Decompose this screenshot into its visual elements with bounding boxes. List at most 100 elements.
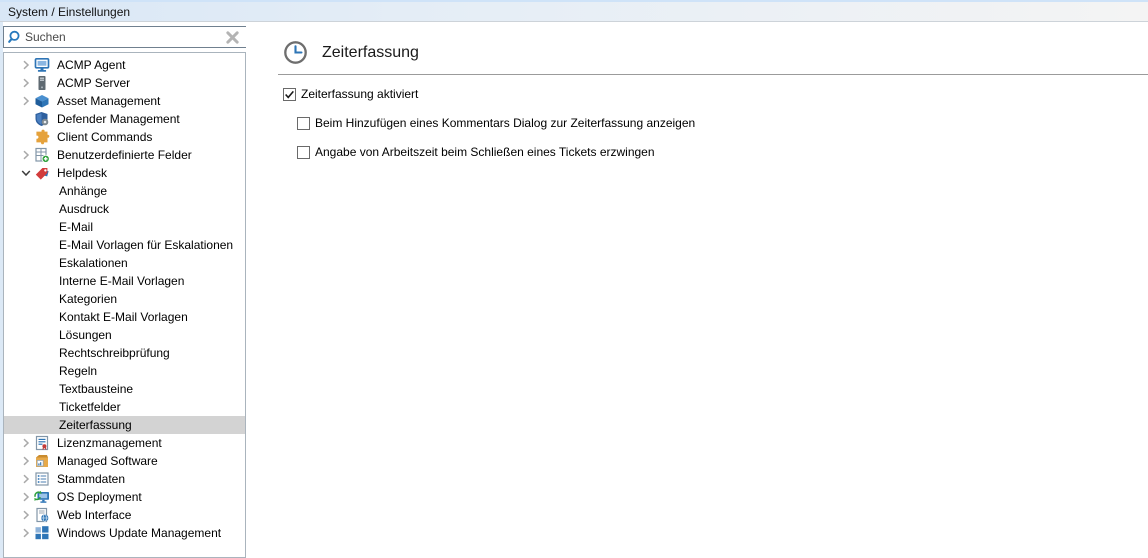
chevron-right-icon[interactable] (18, 93, 34, 109)
tree-item[interactable]: Asset Management (4, 92, 245, 110)
tree-item-label: ACMP Server (57, 76, 131, 90)
tree-item-label: Interne E-Mail Vorlagen (59, 274, 185, 288)
tree-item[interactable]: Interne E-Mail Vorlagen (4, 272, 245, 290)
tree-item[interactable]: Regeln (4, 362, 245, 380)
tree-item-label: Ticketfelder (59, 400, 121, 414)
checkbox-row[interactable]: Beim Hinzufügen eines Kommentars Dialog … (297, 116, 1148, 130)
tree-item[interactable]: OS Deployment (4, 488, 245, 506)
defender-management-icon (34, 111, 50, 127)
tree-item[interactable]: Kontakt E-Mail Vorlagen (4, 308, 245, 326)
settings-tree: ACMP Agent ACMP Server Asset Management … (3, 52, 246, 558)
tree-item[interactable]: Managed Software (4, 452, 245, 470)
panel-title: Zeiterfassung (322, 43, 419, 61)
tree-item-label: Anhänge (59, 184, 108, 198)
chevron-right-icon[interactable] (18, 57, 34, 73)
checkbox-unchecked[interactable] (297, 145, 310, 159)
chevron-right-icon[interactable] (18, 435, 34, 451)
checkbox-list: Zeiterfassung aktiviert Beim Hinzufügen … (246, 75, 1148, 159)
search-input[interactable] (23, 30, 225, 44)
tree-item[interactable]: Windows Update Management (4, 524, 245, 542)
tree-item[interactable]: Lizenzmanagement (4, 434, 245, 452)
chevron-right-icon[interactable] (18, 471, 34, 487)
tree-item-label: Asset Management (57, 94, 161, 108)
tree-item[interactable]: Textbausteine (4, 380, 245, 398)
chevron-right-icon[interactable] (18, 525, 34, 541)
tree-item-label: OS Deployment (57, 490, 142, 504)
chevron-icon (18, 111, 34, 127)
tree-item-label: Defender Management (57, 112, 180, 126)
client-commands-icon (34, 129, 50, 145)
tree-item-label: Helpdesk (57, 166, 108, 180)
custom-fields-icon (34, 147, 50, 163)
tree-item[interactable]: Helpdesk (4, 164, 245, 182)
web-interface-icon (34, 507, 50, 523)
tree-item[interactable]: Ausdruck (4, 200, 245, 218)
checkbox-row[interactable]: Angabe von Arbeitszeit beim Schließen ei… (297, 145, 1148, 159)
tree-item-label: E-Mail Vorlagen für Eskalationen (59, 238, 234, 252)
zeiterfassung-panel: Zeiterfassung Zeiterfassung aktiviert Be… (246, 22, 1148, 558)
helpdesk-icon (34, 165, 50, 181)
tree-item[interactable]: Rechtschreibprüfung (4, 344, 245, 362)
tree-item[interactable]: Anhänge (4, 182, 245, 200)
tree-item[interactable]: Eskalationen (4, 254, 245, 272)
tree-item-label: Client Commands (57, 130, 153, 144)
tree-item-label: Managed Software (57, 454, 158, 468)
tree-item-label: Zeiterfassung (59, 418, 132, 432)
windows-update-management-icon (34, 525, 50, 541)
page-title: System / Einstellungen (8, 4, 131, 19)
checkbox-unchecked[interactable] (297, 116, 310, 130)
tree-item-label: E-Mail (59, 220, 94, 234)
title-bar: System / Einstellungen (0, 0, 1148, 22)
chevron-icon (18, 129, 34, 145)
tree-item-label: Web Interface (57, 508, 132, 522)
checkbox-row[interactable]: Zeiterfassung aktiviert (283, 87, 1148, 101)
tree-item[interactable]: ACMP Agent (4, 56, 245, 74)
tree-item-label: Benutzerdefinierte Felder (57, 148, 192, 162)
tree-item[interactable]: Lösungen (4, 326, 245, 344)
asset-management-icon (34, 93, 50, 109)
tree-item-label: ACMP Agent (57, 58, 126, 72)
tree-item-label: Kontakt E-Mail Vorlagen (59, 310, 188, 324)
tree-item[interactable]: Kategorien (4, 290, 245, 308)
checkbox-label: Angabe von Arbeitszeit beim Schließen ei… (315, 145, 655, 159)
tree-item[interactable]: Client Commands (4, 128, 245, 146)
tree-item[interactable]: Ticketfelder (4, 398, 245, 416)
tree-item-label: Lösungen (59, 328, 112, 342)
license-management-icon (34, 435, 50, 451)
tree-item-label: Stammdaten (57, 472, 126, 486)
tree-item-label: Kategorien (59, 292, 118, 306)
chevron-right-icon[interactable] (18, 489, 34, 505)
stammdaten-icon (34, 471, 50, 487)
settings-window: System / Einstellungen ACMP Agent ACMP S… (0, 0, 1148, 558)
chevron-down-icon[interactable] (18, 165, 34, 181)
clear-search-icon[interactable] (225, 30, 240, 45)
panel-header: Zeiterfassung (246, 22, 1148, 65)
tree-item-label: Ausdruck (59, 202, 110, 216)
tree-item[interactable]: Zeiterfassung (4, 416, 245, 434)
tree-item[interactable]: Benutzerdefinierte Felder (4, 146, 245, 164)
chevron-right-icon[interactable] (18, 75, 34, 91)
checkbox-checked[interactable] (283, 87, 296, 101)
tree-item[interactable]: Defender Management (4, 110, 245, 128)
tree-item[interactable]: Web Interface (4, 506, 245, 524)
tree-item-label: Eskalationen (59, 256, 128, 270)
acmp-agent-icon (34, 57, 50, 73)
checkbox-label: Beim Hinzufügen eines Kommentars Dialog … (315, 116, 696, 130)
search-box[interactable] (3, 26, 247, 48)
tree-item-label: Textbausteine (59, 382, 134, 396)
tree-item-label: Rechtschreibprüfung (59, 346, 170, 360)
search-icon (7, 29, 23, 45)
chevron-right-icon[interactable] (18, 147, 34, 163)
checkbox-label: Zeiterfassung aktiviert (301, 87, 419, 101)
tree-item[interactable]: E-Mail Vorlagen für Eskalationen (4, 236, 245, 254)
acmp-server-icon (34, 75, 50, 91)
tree-item[interactable]: ACMP Server (4, 74, 245, 92)
tree-item[interactable]: Stammdaten (4, 470, 245, 488)
os-deployment-icon (34, 489, 50, 505)
tree-item-label: Regeln (59, 364, 98, 378)
chevron-right-icon[interactable] (18, 507, 34, 523)
chevron-right-icon[interactable] (18, 453, 34, 469)
clock-icon (283, 40, 308, 65)
tree-item[interactable]: E-Mail (4, 218, 245, 236)
tree-item-label: Lizenzmanagement (57, 436, 162, 450)
